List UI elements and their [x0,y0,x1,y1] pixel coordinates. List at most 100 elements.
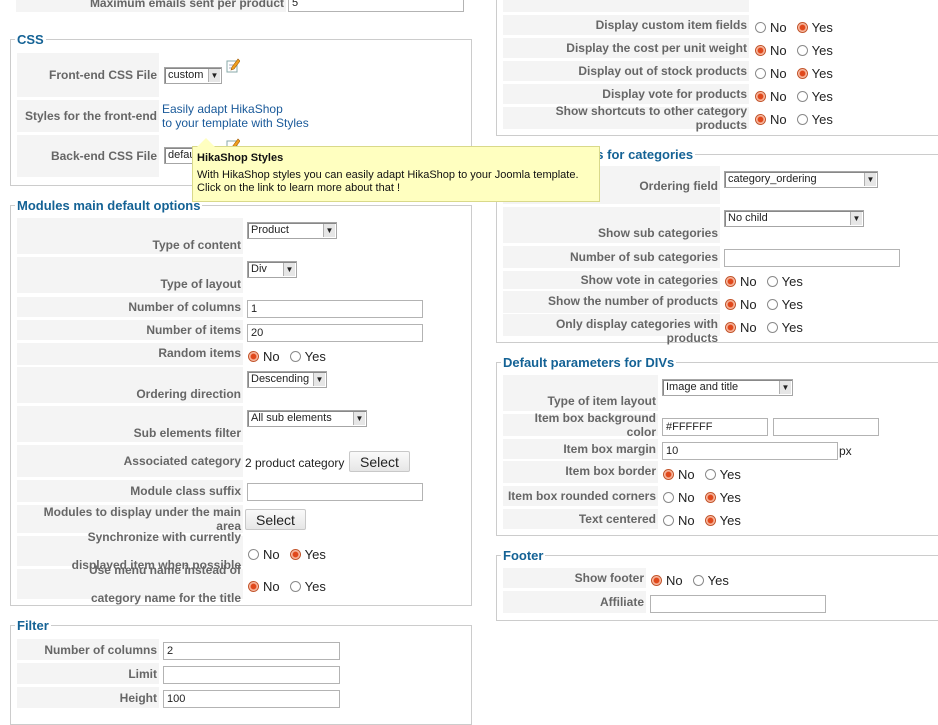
sub-elements-value: All sub elements [251,412,332,424]
affiliate-input[interactable] [650,595,826,613]
class-suffix-input[interactable] [247,483,423,501]
radio-icon[interactable] [725,299,736,310]
radio-icon[interactable] [796,114,808,125]
vote-categories-label: Show vote in categories [503,271,720,289]
ordering-field-select[interactable]: category_ordering ▼ [724,171,878,188]
radio-icon[interactable] [663,492,674,503]
sub-categories-label: Show sub categories [503,207,720,243]
border-yes-option[interactable]: Yes [704,467,741,482]
sub-categories-select[interactable]: No child ▼ [724,210,864,227]
vote-products-yes-option[interactable]: Yes [796,89,833,104]
associated-category-select-button[interactable]: Select [349,451,410,472]
radio-icon[interactable] [692,575,704,586]
chevron-down-icon: ▼ [850,212,862,225]
tooltip-title: HikaShop Styles [197,152,284,164]
styles-link[interactable]: Easily adapt HikaShop to your template w… [162,102,332,130]
type-content-select[interactable]: Product ▼ [247,222,337,239]
radio-icon[interactable] [289,549,301,560]
radio-icon[interactable] [704,492,716,503]
rounded-no-option[interactable]: No [663,490,695,505]
filter-height-input[interactable]: 100 [163,690,340,708]
filter-columns-input[interactable]: 2 [163,642,340,660]
frontend-css-select[interactable]: custom ▼ [164,67,222,84]
random-no-option[interactable]: No [248,349,280,364]
radio-icon[interactable] [704,515,716,526]
radio-icon[interactable] [796,22,808,33]
ordering-direction-select[interactable]: Descending ▼ [247,371,327,388]
radio-icon[interactable] [796,45,808,56]
rounded-yes-option[interactable]: Yes [704,490,741,505]
sync-no-option[interactable]: No [248,547,280,562]
num-columns-label: Number of columns [17,297,243,317]
radio-icon[interactable] [766,276,778,287]
radio-icon[interactable] [248,549,259,560]
custom-fields-no-option[interactable]: No [755,20,787,35]
radio-icon[interactable] [289,351,301,362]
menu-name-label-line2: category name for the title [90,591,241,605]
radio-icon[interactable] [755,68,766,79]
footer-yes-option[interactable]: Yes [692,573,729,588]
item-margin-input[interactable]: 10 [662,442,838,460]
vote-cat-no-option[interactable]: No [725,274,757,289]
radio-icon[interactable] [651,575,662,586]
radio-icon[interactable] [796,91,808,102]
bg-color-picker-input[interactable] [773,418,879,436]
item-layout-select[interactable]: Image and title ▼ [662,379,793,396]
sync-yes-option[interactable]: Yes [289,547,326,562]
footer-no-option[interactable]: No [651,573,683,588]
radio-icon[interactable] [725,276,736,287]
radio-icon[interactable] [755,45,766,56]
shortcuts-no-option[interactable]: No [755,112,787,127]
only-with-yes-option[interactable]: Yes [766,320,803,335]
radio-icon[interactable] [796,68,808,79]
num-sub-categories-input[interactable] [724,249,900,267]
type-layout-select[interactable]: Div ▼ [247,261,297,278]
chevron-down-icon: ▼ [864,173,876,186]
only-with-no-option[interactable]: No [725,320,757,335]
border-no-option[interactable]: No [663,467,695,482]
radio-label: No [678,467,695,482]
menu-name-yes-option[interactable]: Yes [289,579,326,594]
vote-cat-yes-option[interactable]: Yes [766,274,803,289]
radio-icon[interactable] [766,299,778,310]
out-of-stock-no-option[interactable]: No [755,66,787,81]
radio-icon[interactable] [248,351,259,362]
radio-icon[interactable] [766,322,778,333]
centered-yes-option[interactable]: Yes [704,513,741,528]
only-with-products-radios: No Yes [725,320,813,335]
menu-name-no-option[interactable]: No [248,579,280,594]
max-emails-input[interactable]: 5 [288,0,464,12]
cost-unit-yes-option[interactable]: Yes [796,43,833,58]
num-items-input[interactable]: 20 [247,324,423,342]
custom-fields-yes-option[interactable]: Yes [796,20,833,35]
radio-icon[interactable] [663,469,674,480]
display-under-select-button[interactable]: Select [245,509,306,530]
num-products-yes-option[interactable]: Yes [766,297,803,312]
hikashop-styles-tooltip: HikaShop Styles With HikaShop styles you… [192,138,600,202]
radio-icon[interactable] [663,515,674,526]
cost-unit-no-option[interactable]: No [755,43,787,58]
radio-icon[interactable] [725,322,736,333]
centered-no-option[interactable]: No [663,513,695,528]
radio-icon[interactable] [755,91,766,102]
edit-css-icon[interactable] [226,58,240,73]
item-margin-label: Item box margin [503,439,658,459]
num-products-no-option[interactable]: No [725,297,757,312]
radio-icon[interactable] [755,22,766,33]
radio-icon[interactable] [289,581,301,592]
radio-icon[interactable] [755,114,766,125]
bg-color-input[interactable]: #FFFFFF [662,418,768,436]
random-yes-option[interactable]: Yes [289,349,326,364]
radio-icon[interactable] [704,469,716,480]
out-of-stock-radios: No Yes [755,66,843,81]
filter-limit-input[interactable] [163,666,340,684]
out-of-stock-yes-option[interactable]: Yes [796,66,833,81]
radio-label: Yes [719,490,741,505]
shortcuts-yes-option[interactable]: Yes [796,112,833,127]
affiliate-label: Affiliate [503,591,646,613]
type-content-value: Product [251,224,289,236]
sub-elements-select[interactable]: All sub elements ▼ [247,410,367,427]
num-columns-input[interactable]: 1 [247,300,423,318]
vote-products-no-option[interactable]: No [755,89,787,104]
radio-icon[interactable] [248,581,259,592]
